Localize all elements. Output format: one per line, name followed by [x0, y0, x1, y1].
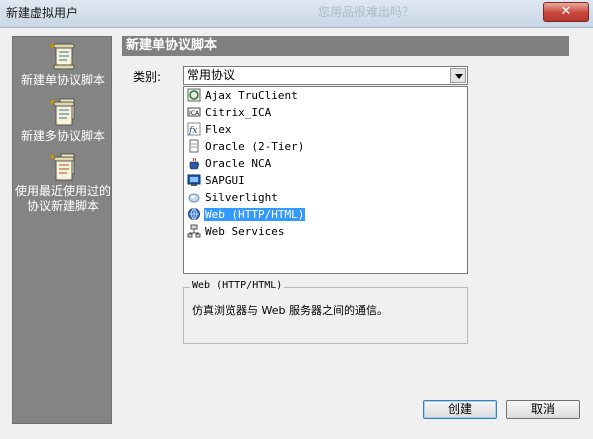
- list-item-web-http[interactable]: Web (HTTP/HTML): [187, 207, 465, 223]
- web-services-icon: [187, 224, 201, 238]
- sidebar-item-recent[interactable]: 使用最近使用过的协议新建脚本: [13, 152, 113, 214]
- title-bar: 新建虚拟用户 您用品很难出吗？ ✕: [0, 0, 593, 28]
- oracle-nca-icon: [189, 157, 200, 170]
- sidebar-item-new-single[interactable]: 新建单协议脚本: [13, 41, 113, 88]
- svg-text:fx: fx: [188, 126, 197, 136]
- sidebar-item-label: 使用最近使用过的协议新建脚本: [14, 184, 111, 213]
- chevron-down-icon[interactable]: [450, 68, 466, 83]
- protocol-list[interactable]: Ajax TruClient ICA Citrix_ICA fx Flex Or…: [183, 86, 468, 274]
- list-item-flex[interactable]: fx Flex: [187, 122, 465, 138]
- description-title: Web (HTTP/HTML): [190, 280, 285, 291]
- create-button[interactable]: 创建: [423, 400, 497, 419]
- script-single-icon: [49, 42, 75, 70]
- sidebar-item-new-multi[interactable]: 新建多协议脚本: [13, 97, 113, 144]
- category-selected-value: 常用协议: [187, 68, 236, 82]
- svg-text:ICA: ICA: [189, 110, 200, 117]
- list-item-citrix-ica[interactable]: ICA Citrix_ICA: [187, 105, 465, 121]
- flex-icon: fx: [187, 122, 201, 136]
- list-item-web-services[interactable]: Web Services: [187, 224, 465, 240]
- description-text: 仿真浏览器与 Web 服务器之间的通信。: [192, 304, 388, 317]
- script-recent-icon: [49, 153, 75, 181]
- citrix-ica-icon: ICA: [187, 107, 201, 117]
- background-window-ghost-text: 您用品很难出吗？: [318, 5, 415, 19]
- ajax-truclient-icon: [187, 88, 201, 102]
- close-button[interactable]: ✕: [543, 2, 589, 22]
- oracle-2tier-icon: [189, 139, 199, 153]
- sidebar: 新建单协议脚本 新建多协议脚本 使用最近使用过的协议新建脚本: [12, 36, 112, 424]
- script-multi-icon: [49, 98, 75, 126]
- silverlight-icon: [188, 193, 200, 203]
- sapgui-icon: [187, 174, 201, 186]
- web-http-icon: [188, 208, 200, 220]
- list-item-silverlight[interactable]: Silverlight: [187, 190, 465, 206]
- window-title: 新建虚拟用户: [6, 6, 79, 20]
- cancel-button[interactable]: 取消: [506, 400, 580, 419]
- close-icon: ✕: [560, 4, 572, 19]
- category-label: 类别:: [133, 70, 162, 84]
- list-item-oracle-2tier[interactable]: Oracle (2-Tier): [187, 139, 465, 155]
- list-item-oracle-nca[interactable]: Oracle NCA: [187, 156, 465, 172]
- protocol-description-group: Web (HTTP/HTML) 仿真浏览器与 Web 服务器之间的通信。: [183, 280, 468, 344]
- page-title: 新建单协议脚本: [122, 36, 569, 56]
- sidebar-item-label: 新建多协议脚本: [20, 129, 105, 143]
- list-item-sapgui[interactable]: SAPGUI: [187, 173, 465, 189]
- category-dropdown[interactable]: 常用协议: [183, 66, 468, 85]
- sidebar-item-label: 新建单协议脚本: [20, 73, 105, 87]
- list-item-ajax-truclient[interactable]: Ajax TruClient: [187, 88, 465, 104]
